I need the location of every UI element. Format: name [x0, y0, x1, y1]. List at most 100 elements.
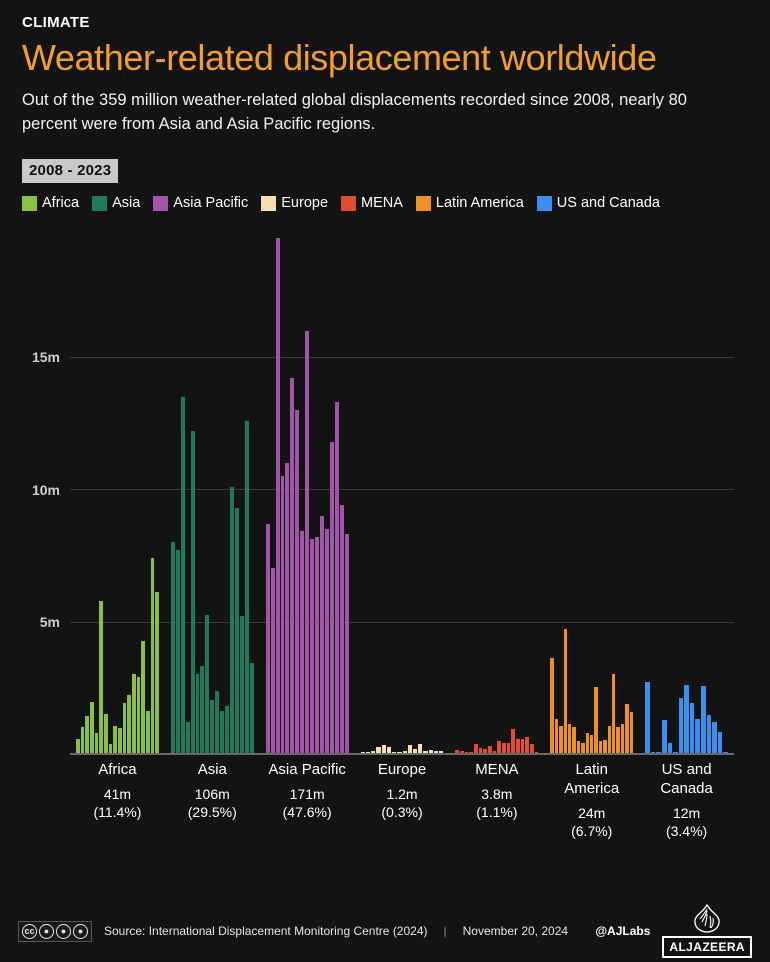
chart-legend: Africa Asia Asia Pacific Europe MENA Latin Am…: [0, 183, 770, 211]
bar: [506, 742, 511, 754]
x-axis-group-label: Asia Pacific 171m (47.6%): [260, 761, 355, 840]
bar: [235, 507, 239, 754]
cc-mark-sa: ●: [73, 923, 88, 939]
bar: [563, 629, 567, 754]
bar: [701, 685, 706, 754]
bar: [511, 729, 515, 754]
bar: [270, 568, 275, 754]
plot-region: 5m 10m 15m: [32, 225, 734, 756]
bar: [407, 745, 412, 754]
bar: [290, 378, 295, 754]
y-axis-tick-label: 15m: [31, 348, 60, 365]
bar: [280, 476, 285, 754]
bar: [215, 691, 220, 754]
group-name: US and Canada: [660, 761, 713, 797]
group-total: 106m: [194, 785, 230, 802]
bar: [185, 721, 190, 754]
bar: [295, 410, 300, 754]
legend-item: MENA: [341, 195, 403, 211]
bar: [689, 703, 695, 754]
bar: [315, 536, 319, 754]
bar: [200, 666, 205, 754]
bar: [310, 539, 315, 754]
bar: [150, 557, 155, 754]
bar: [175, 549, 180, 754]
bar: [239, 615, 244, 754]
bar: [136, 676, 141, 754]
bar: [607, 725, 612, 754]
bar: [334, 402, 339, 754]
bar: [418, 744, 423, 754]
bar: [550, 658, 554, 754]
legend-swatch: [92, 195, 108, 211]
group-name: Asia: [197, 761, 227, 779]
bar: [170, 542, 175, 754]
bar: [645, 681, 650, 754]
bar: [249, 663, 254, 754]
x-axis-group-label: US and Canada 12m (3.4%): [639, 761, 734, 840]
legend-swatch: [536, 195, 552, 211]
y-axis-tick-label: 10m: [31, 481, 60, 498]
legend-item-label: Asia Pacific: [173, 195, 249, 212]
infographic-root: CLIMATE Weather-related displacement wor…: [0, 0, 770, 962]
bar: [324, 528, 329, 754]
date-range-badge: 2008 - 2023: [22, 159, 119, 184]
x-axis-labels: Africa 41m (11.4%) Asia 106m (29.5%) Asia Paci…: [22, 761, 748, 840]
group-percent: (6.7%): [571, 822, 613, 839]
bar: [329, 441, 334, 754]
bar-group-africa: [70, 225, 165, 754]
bar-group-asia: [165, 225, 260, 754]
group-total: 12m: [672, 804, 701, 821]
bar: [590, 734, 594, 754]
bar: [572, 726, 576, 754]
bar: [80, 726, 85, 754]
x-axis-group-label: Europe 1.2m (0.3%): [355, 761, 450, 840]
aljazeera-logo-icon: [694, 904, 720, 933]
group-name: Latin America: [564, 761, 620, 797]
bar: [320, 515, 324, 754]
bar: [180, 396, 185, 754]
group-name: MENA: [475, 761, 519, 779]
legend-item: Asia Pacific: [153, 195, 248, 211]
bar: [145, 711, 150, 754]
bar: [220, 711, 225, 754]
bar: [695, 718, 701, 754]
cc-mark-by: ●: [39, 923, 54, 939]
x-axis-group-label: Latin America 24m (6.7%): [544, 761, 639, 840]
bar: [131, 674, 136, 754]
group-total: 171m: [289, 785, 325, 802]
legend-item-label: US and Canada: [556, 195, 660, 212]
bar: [381, 745, 386, 754]
aljazeera-branding: ALJAZEERA: [662, 904, 752, 958]
bar: [108, 744, 113, 754]
bar-group-mena: [449, 225, 544, 754]
bar: [376, 746, 381, 754]
cc-mark-nc: ●: [56, 923, 71, 939]
legend-swatch: [153, 195, 169, 211]
bar: [195, 674, 200, 754]
bar: [300, 531, 305, 754]
legend-item: US and Canada: [536, 195, 660, 212]
group-percent: (0.3%): [381, 804, 423, 821]
x-axis-group-label: MENA 3.8m (1.1%): [449, 761, 544, 840]
bar: [525, 737, 529, 754]
bar: [603, 740, 607, 754]
bar: [113, 725, 117, 754]
legend-item-label: Latin America: [435, 195, 524, 212]
bar: [598, 741, 603, 754]
bar: [210, 700, 215, 754]
y-axis-tick-label: 5m: [39, 614, 60, 631]
bar: [706, 714, 712, 754]
group-name: Europe: [377, 761, 427, 779]
legend-item-label: MENA: [361, 195, 403, 212]
x-axis-group-label: Asia 106m (29.5%): [165, 761, 260, 840]
footer: cc ● ● ● Source: International Displacem…: [0, 900, 770, 962]
bar: [620, 724, 625, 754]
legend-swatch: [22, 195, 37, 211]
bar: [585, 733, 590, 754]
bar-groups: [70, 225, 734, 754]
bar: [127, 695, 131, 754]
bar: [520, 738, 525, 754]
bar: [629, 712, 634, 754]
bar: [117, 728, 122, 754]
